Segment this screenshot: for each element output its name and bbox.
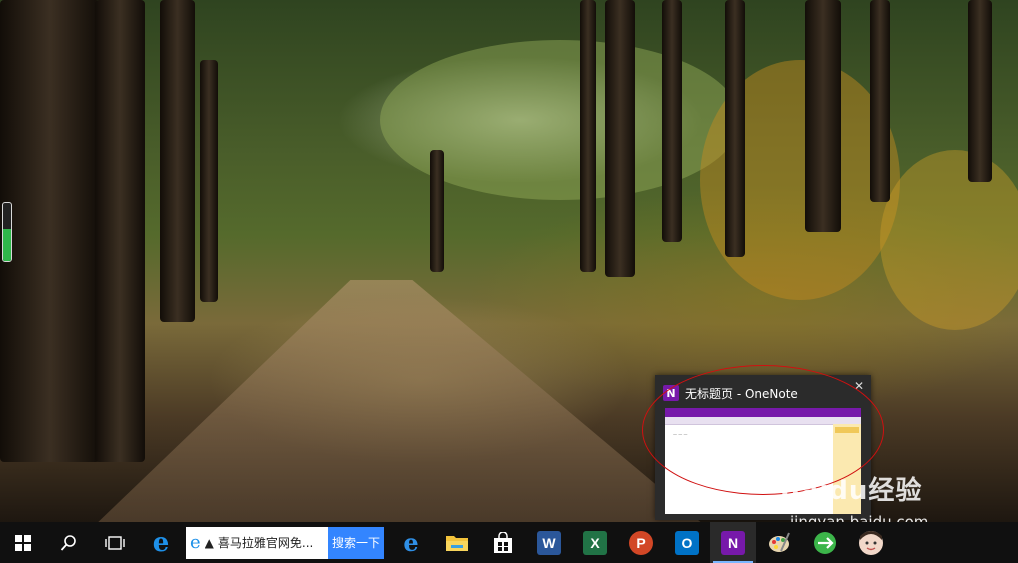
start-button[interactable] (0, 522, 46, 563)
taskbar-app-file-explorer[interactable] (434, 522, 480, 563)
watermark-logo: Baidu经验 (780, 476, 923, 506)
tree-trunk (430, 150, 444, 272)
baidu-search-button[interactable]: 搜索一下 (328, 526, 384, 559)
taskbar-app-ie[interactable]: e (138, 522, 184, 563)
green-browser-icon (814, 531, 836, 554)
store-icon (494, 531, 512, 553)
taskbar-app-360-browser[interactable] (802, 522, 848, 563)
taskbar-app-onenote[interactable]: N (710, 522, 756, 563)
task-view-icon (105, 535, 125, 550)
taskbar-app-user[interactable] (848, 522, 894, 563)
volume-level-fill (3, 229, 11, 261)
taskbar-app-store[interactable] (480, 522, 526, 563)
folder-icon (446, 535, 468, 551)
tree-trunk (725, 0, 745, 257)
taskbar-app-edge[interactable]: e (388, 522, 434, 563)
taskbar-app-outlook[interactable]: O (664, 522, 710, 563)
taskbar: e e ▲ 喜马拉雅官网免... 搜索一下 e W X P O N (0, 522, 1018, 563)
tree-trunk (200, 60, 218, 302)
excel-icon: X (583, 530, 607, 555)
ie-small-icon: e (190, 532, 201, 553)
volume-level-indicator[interactable] (2, 202, 12, 262)
search-icon (60, 534, 76, 551)
tree-trunk (95, 0, 145, 462)
tree-trunk (805, 0, 841, 232)
paint-palette-icon (769, 532, 790, 552)
onenote-taskbar-icon: N (721, 530, 745, 555)
tree-trunk (968, 0, 992, 182)
baidu-search-toolbar: e ▲ 喜马拉雅官网免... 搜索一下 (186, 526, 384, 559)
tree-trunk (580, 0, 596, 272)
windows-logo-icon (15, 534, 31, 551)
ie-icon: e (152, 527, 170, 558)
search-query-text: 喜马拉雅官网免... (217, 536, 314, 550)
baidu-search-input[interactable]: e ▲ 喜马拉雅官网免... (186, 526, 328, 559)
tree-trunk (605, 0, 635, 277)
search-button[interactable] (46, 522, 92, 563)
edge-icon: e (403, 528, 419, 557)
taskbar-app-paint[interactable] (756, 522, 802, 563)
tree-trunk (870, 0, 890, 202)
taskbar-app-powerpoint[interactable]: P (618, 522, 664, 563)
autumn-foliage-right (880, 150, 1018, 330)
taskbar-app-word[interactable]: W (526, 522, 572, 563)
outlook-icon: O (675, 530, 699, 555)
task-view-button[interactable] (92, 522, 138, 563)
tree-trunk (160, 0, 195, 322)
tree-trunk (662, 0, 682, 242)
avatar-icon (859, 530, 883, 555)
taskbar-app-excel[interactable]: X (572, 522, 618, 563)
tree-trunk (0, 0, 100, 462)
word-icon: W (537, 530, 561, 555)
dropdown-arrow-icon[interactable]: ▲ (205, 536, 214, 550)
powerpoint-icon: P (629, 530, 653, 555)
